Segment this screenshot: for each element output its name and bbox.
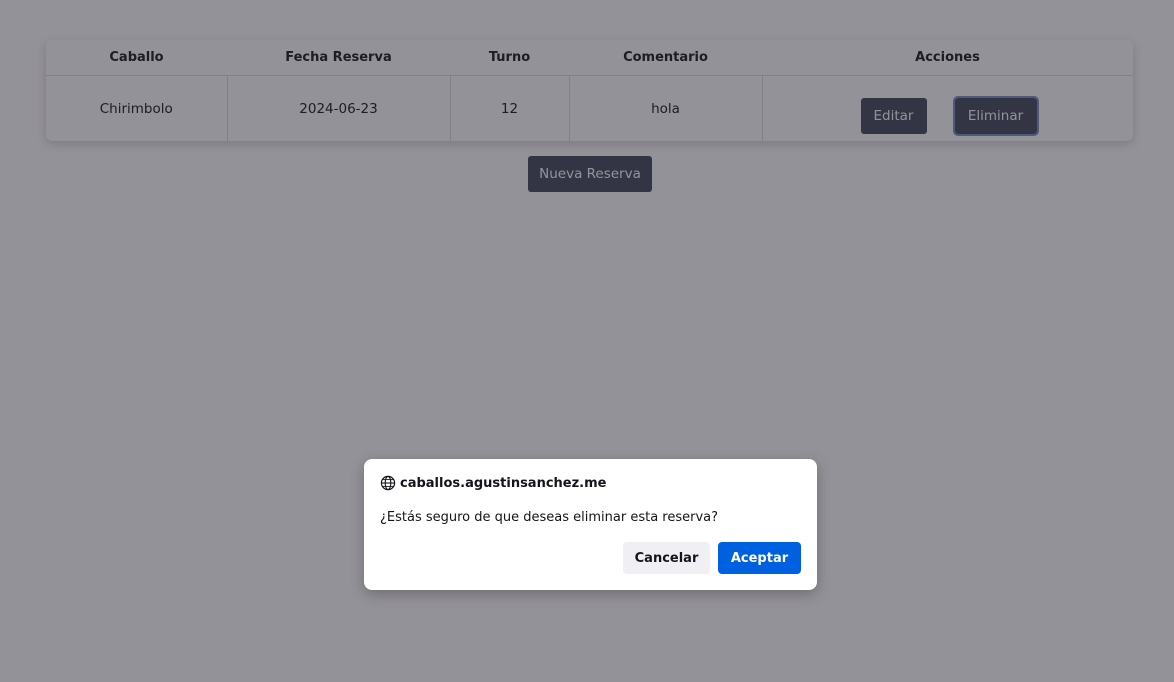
dialog-origin-text: caballos.agustinsanchez.me xyxy=(400,475,607,491)
confirm-dialog: caballos.agustinsanchez.me ¿Estás seguro… xyxy=(364,459,817,590)
globe-icon xyxy=(380,475,396,491)
cancel-button[interactable]: Cancelar xyxy=(623,542,710,574)
accept-button[interactable]: Aceptar xyxy=(718,542,801,574)
dialog-origin: caballos.agustinsanchez.me xyxy=(380,475,606,491)
dialog-message: ¿Estás seguro de que deseas eliminar est… xyxy=(380,510,719,525)
